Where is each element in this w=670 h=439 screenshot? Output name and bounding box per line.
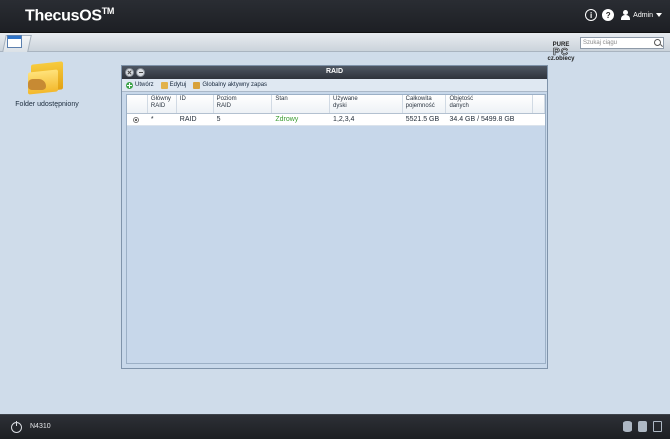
storage-icon[interactable] [623,421,632,432]
top-icons: i ? Admin [585,9,662,21]
device-model: N4310 [30,423,51,430]
column-header[interactable]: Używane dyski [330,95,403,113]
search-input[interactable]: Szukaj ciągu [580,37,664,49]
window-list-icon[interactable] [7,35,22,48]
desktop-shortcut-label: Folder udostępniony [15,101,79,108]
brand-logo: ThecusOSTM [25,6,115,25]
disk-icon[interactable] [638,421,647,432]
chevron-down-icon [656,13,662,17]
raid-window: RAID Utwórz Edytuj Globalny aktywny zapa… [121,65,548,369]
help-icon[interactable]: ? [602,9,615,21]
power-icon[interactable] [11,421,22,433]
spare-disk-icon [193,81,201,89]
raid-toolbar: Utwórz Edytuj Globalny aktywny zapas [122,79,547,92]
edit-icon [160,81,168,89]
cell-disks: 1,2,3,4 [333,116,355,123]
column-header[interactable]: Stan [272,95,331,113]
column-header[interactable]: Całkowita pojemność [403,95,447,113]
info-icon[interactable]: i [585,9,598,21]
cell-data-volume: 34.4 GB / 5499.8 GB [449,116,515,123]
table-header: Główny RAID ID Poziom RAID Stan Używane … [127,95,545,114]
row-select-radio[interactable] [127,114,148,125]
shared-folder-icon [28,61,66,95]
global-spare-button[interactable]: Globalny aktywny zapas [193,81,267,89]
table-row[interactable]: * RAID 5 Zdrowy 1,2,3,4 5521.5 GB 34.4 G… [127,114,545,126]
cell-id: RAID [179,116,197,123]
cell-level: 5 [216,116,221,123]
status-icons [623,421,662,432]
cell-capacity: 5521.5 GB [405,116,440,123]
window-titlebar[interactable]: RAID [122,66,547,79]
column-header[interactable]: ID [177,95,214,113]
top-bar: ThecusOSTM i ? Admin [0,0,670,33]
column-header[interactable]: Poziom RAID [214,95,273,113]
create-button[interactable]: Utwórz [126,81,154,89]
user-menu[interactable]: Admin [621,10,662,20]
column-header[interactable] [533,95,545,113]
plus-icon [126,81,133,89]
search-icon[interactable] [654,39,661,46]
network-icon[interactable] [653,421,662,432]
bottom-bar: N4310 [0,414,670,439]
search-placeholder: Szukaj ciągu [583,40,618,46]
column-header[interactable] [127,95,148,113]
user-label: Admin [633,11,653,19]
cell-spacer [533,114,545,125]
cell-primary: * [150,116,154,123]
raid-table: Główny RAID ID Poziom RAID Stan Używane … [126,94,546,364]
desktop-shortcut-shared-folder[interactable]: Folder udostępniony [10,61,84,108]
column-header[interactable]: Główny RAID [148,95,177,113]
edit-button[interactable]: Edytuj [160,81,186,89]
column-header[interactable]: Objętość danych [446,95,534,113]
cell-status: Zdrowy [275,116,299,123]
window-title: RAID [325,68,344,75]
user-icon [621,10,631,20]
